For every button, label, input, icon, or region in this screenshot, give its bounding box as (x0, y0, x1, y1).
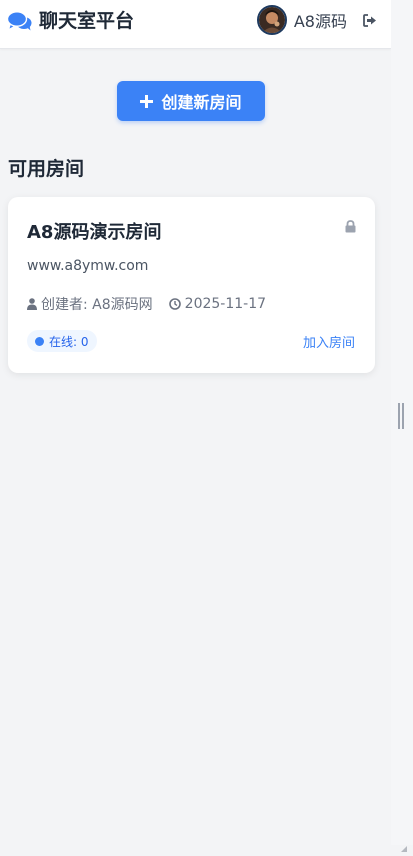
room-creator: 创建者: A8源码网 (27, 294, 153, 314)
room-meta: 创建者: A8源码网 2025-11-17 (27, 294, 266, 314)
comments-icon (7, 11, 32, 31)
room-date: 2025-11-17 (168, 296, 267, 312)
scrollbar[interactable] (391, 0, 413, 852)
user-menu: A8源码 (256, 5, 377, 35)
creator-label: 创建者: A8源码网 (41, 297, 153, 313)
online-label: 在线: 0 (49, 334, 89, 349)
user-icon (27, 298, 41, 310)
lock-icon (345, 218, 356, 237)
online-badge: 在线: 0 (27, 330, 97, 352)
room-name: A8源码演示房间 (27, 222, 162, 243)
create-room-label: 创建新房间 (161, 93, 242, 112)
date-label: 2025-11-17 (184, 296, 267, 312)
create-room-button[interactable]: 创建新房间 (117, 81, 265, 121)
room-card[interactable]: A8源码演示房间 www.a8ymw.com 创建者: A8源码网 2025-1… (8, 197, 375, 373)
section-title: 可用房间 (8, 158, 85, 180)
scroll-grip-icon[interactable] (398, 403, 404, 429)
resize-corner-icon (401, 837, 407, 852)
brand[interactable]: 聊天室平台 (7, 9, 134, 33)
top-header: 聊天室平台 A8源码 (0, 0, 391, 49)
user-name: A8源码 (293, 12, 347, 31)
logout-icon[interactable] (363, 13, 377, 27)
online-dot-icon (35, 336, 44, 346)
room-description: www.a8ymw.com (27, 258, 149, 274)
clock-icon (168, 298, 185, 310)
page: 聊天室平台 A8源码 创建新房间 可用房间 A8源码演示房间 www.a8ymw… (0, 0, 391, 845)
plus-icon (140, 94, 154, 108)
avatar[interactable] (256, 5, 287, 35)
brand-title: 聊天室平台 (39, 10, 135, 32)
join-room-link[interactable]: 加入房间 (303, 332, 355, 351)
